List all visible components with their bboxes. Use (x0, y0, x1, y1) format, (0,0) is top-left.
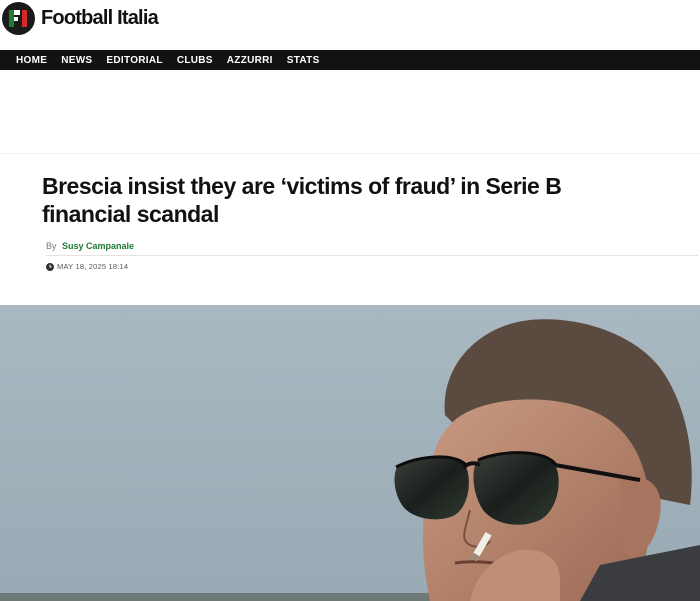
clock-icon (46, 262, 54, 271)
site-header: Football Italia (0, 0, 700, 50)
nav-editorial[interactable]: EDITORIAL (106, 55, 162, 66)
byline: By Susy Campanale (46, 241, 134, 251)
article-title: Brescia insist they are ‘victims of frau… (42, 173, 562, 227)
byline-prefix: By (46, 241, 57, 251)
hero-photo (0, 305, 700, 601)
hero-image (0, 305, 700, 601)
divider (46, 255, 698, 256)
ad-placeholder (0, 70, 700, 154)
nav-clubs[interactable]: CLUBS (177, 55, 213, 66)
nav-home[interactable]: HOME (16, 55, 47, 66)
nav-azzurri[interactable]: AZZURRI (227, 55, 273, 66)
site-logo[interactable]: Football Italia (2, 2, 159, 35)
main-navigation: HOME NEWS EDITORIAL CLUBS AZZURRI STATS (0, 50, 700, 70)
football-italia-logo-icon (2, 2, 35, 35)
nav-stats[interactable]: STATS (287, 55, 320, 66)
author-link[interactable]: Susy Campanale (62, 241, 134, 251)
site-name: Football Italia (41, 7, 159, 29)
nav-news[interactable]: NEWS (61, 55, 92, 66)
publish-date-text: MAY 18, 2025 18:14 (57, 262, 129, 271)
publish-date: MAY 18, 2025 18:14 (46, 262, 128, 271)
article-header: Brescia insist they are ‘victims of frau… (0, 155, 700, 305)
